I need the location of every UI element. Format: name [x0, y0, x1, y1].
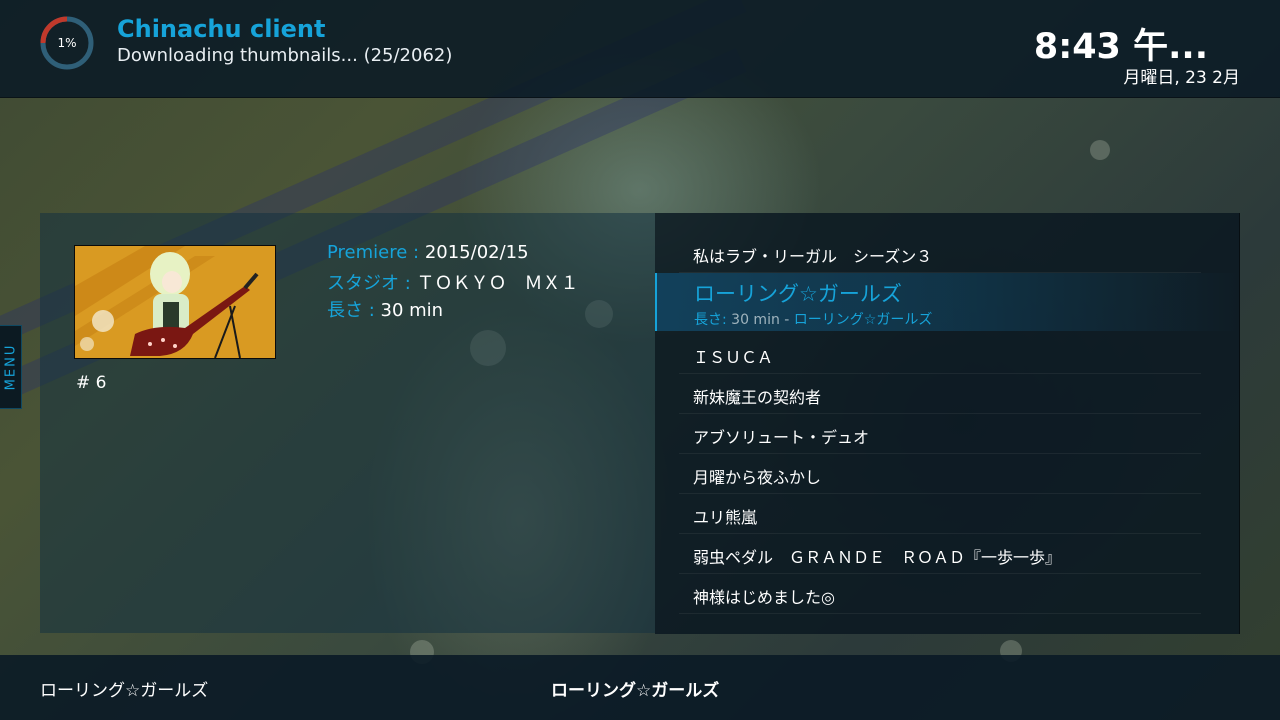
selected-item-title: ローリング☆ガールズ — [694, 282, 902, 306]
studio-value: ＴＯＫＹＯ ＭＸ１ — [416, 273, 579, 294]
list-item-label: 新妹魔王の契約者 — [693, 388, 822, 407]
episode-number: # 6 — [76, 373, 107, 393]
program-list: 私はラブ・リーガル シーズン３ ローリング☆ガールズ 長さ: 30 min - … — [655, 213, 1241, 634]
progress-percent-label: 1% — [57, 36, 77, 50]
download-status-text: Downloading thumbnails... (25/2062) — [117, 45, 453, 66]
top-bar: 1% Chinachu client Downloading thumbnail… — [0, 0, 1280, 98]
length-row: 長さ : 30 min — [327, 296, 443, 322]
length-value: 30 min — [380, 300, 444, 321]
list-item[interactable]: 弱虫ペダル ＧＲＡＮＤＥ ＲＯＡＤ『一歩一歩』 — [655, 534, 1239, 574]
list-item[interactable]: 神様はじめました◎ — [655, 574, 1239, 614]
list-item-label: ＩＳＵＣＡ — [693, 348, 774, 367]
list-divider — [679, 613, 1201, 614]
side-menu-tab[interactable]: MENU — [0, 325, 22, 409]
list-item[interactable]: 月曜から夜ふかし — [655, 454, 1239, 494]
list-item[interactable]: 新妹魔王の契約者 — [655, 374, 1239, 414]
list-item[interactable]: ＩＳＵＣＡ — [655, 334, 1239, 374]
list-item[interactable]: アブソリュート・デュオ — [655, 414, 1239, 454]
list-item-label: ユリ熊嵐 — [693, 508, 758, 527]
selected-length-label: 長さ: — [694, 312, 732, 328]
selected-length-value: 30 min - — [731, 312, 794, 328]
list-item-label: 神様はじめました◎ — [693, 588, 835, 607]
list-item-selected[interactable]: ローリング☆ガールズ 長さ: 30 min - ローリング☆ガールズ — [655, 273, 1241, 331]
app-title: Chinachu client — [117, 15, 326, 43]
list-item-label: 弱虫ペダル ＧＲＡＮＤＥ ＲＯＡＤ『一歩一歩』 — [693, 548, 1062, 567]
footer-left-title: ローリング☆ガールズ — [40, 681, 209, 701]
list-item-label: 私はラブ・リーガル シーズン３ — [693, 247, 933, 266]
download-progress-ring: 1% — [39, 15, 95, 71]
list-item-label: アブソリュート・デュオ — [693, 428, 870, 447]
bottom-bar: ローリング☆ガールズ ローリング☆ガールズ — [0, 655, 1280, 720]
clock: 8:43 午... — [1033, 27, 1208, 67]
info-panel: # 6 Premiere : 2015/02/15 スタジオ : ＴＯＫＹＯ Ｍ… — [40, 213, 655, 633]
list-item[interactable]: 私はラブ・リーガル シーズン３ — [655, 233, 1239, 273]
selected-subtitle-title: ローリング☆ガールズ — [793, 312, 933, 328]
premiere-row: Premiere : 2015/02/15 — [327, 242, 529, 263]
studio-row: スタジオ : ＴＯＫＹＯ ＭＸ１ — [327, 269, 579, 295]
length-label: 長さ : — [327, 300, 381, 321]
selected-item-subtitle: 長さ: 30 min - ローリング☆ガールズ — [694, 309, 932, 329]
premiere-value: 2015/02/15 — [424, 242, 529, 263]
footer-center-title: ローリング☆ガールズ — [551, 681, 720, 701]
episode-thumbnail — [74, 245, 276, 359]
media-center-screen: 1% Chinachu client Downloading thumbnail… — [0, 0, 1280, 720]
premiere-label: Premiere : — [327, 242, 425, 263]
menu-tab-label: MENU — [3, 343, 18, 391]
list-item-label: 月曜から夜ふかし — [693, 468, 822, 487]
list-item[interactable]: ユリ熊嵐 — [655, 494, 1239, 534]
studio-label: スタジオ : — [327, 273, 417, 294]
date: 月曜日, 23 2月 — [1123, 68, 1240, 88]
